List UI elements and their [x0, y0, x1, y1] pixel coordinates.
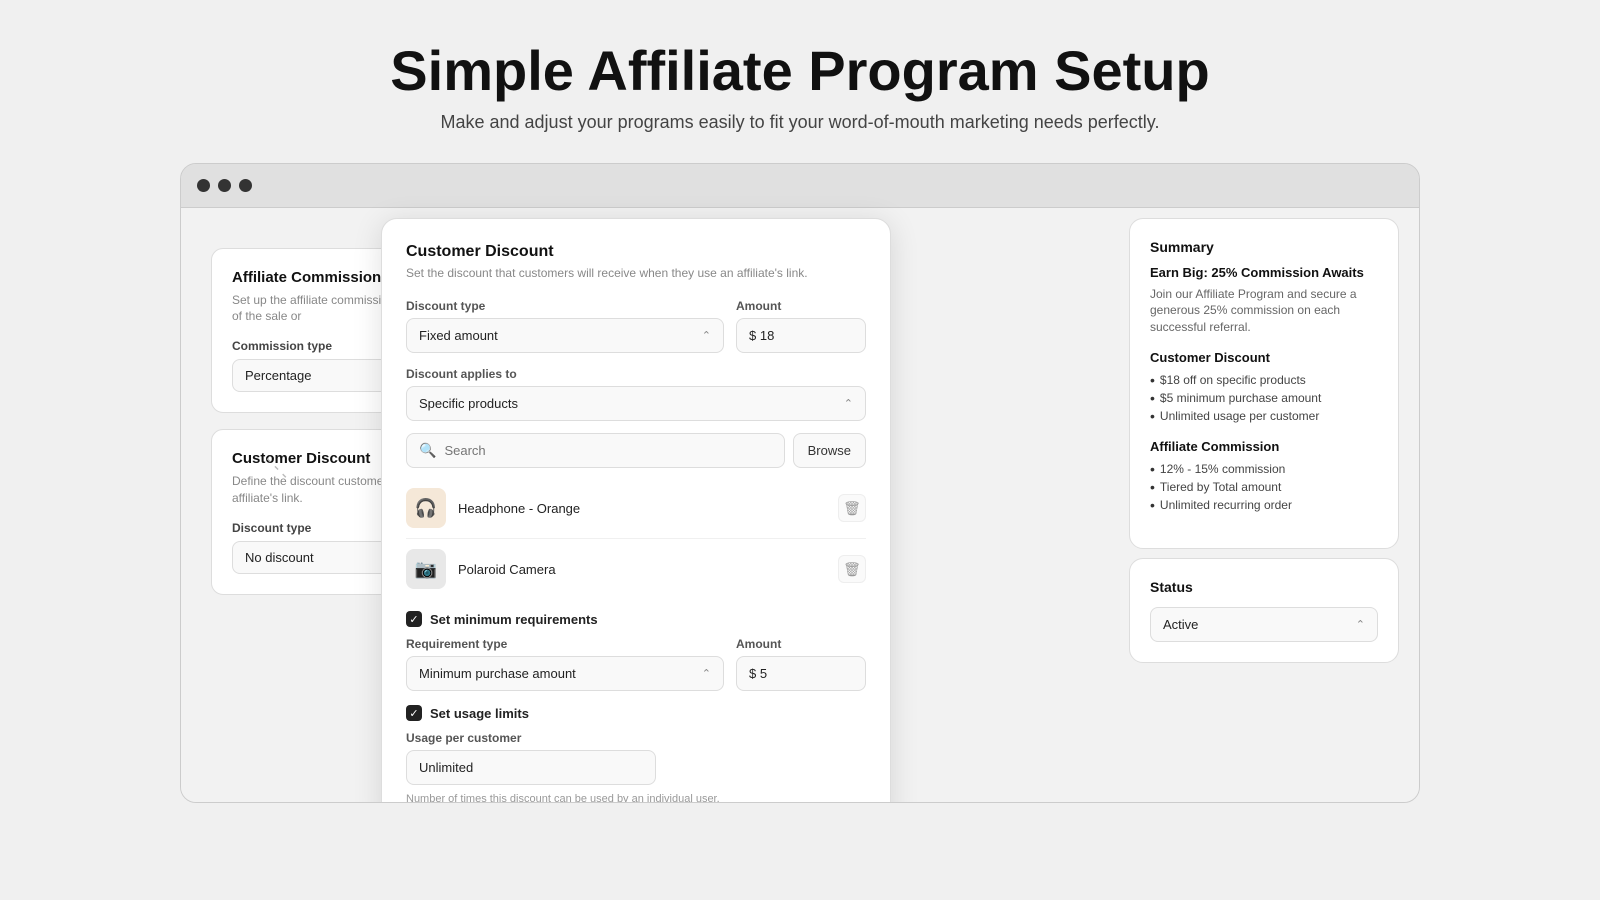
search-input[interactable] [444, 443, 771, 458]
summary-customer-discount-title: Customer Discount [1150, 350, 1378, 365]
modal-title: Customer Discount [406, 243, 866, 261]
requirement-type-select[interactable]: Minimum purchase amount ⌃ [406, 656, 724, 691]
discount-type-row: Discount type Fixed amount ⌃ Amount [406, 299, 866, 353]
requirement-chevron: ⌃ [702, 667, 711, 680]
requirement-amount-label: Amount [736, 637, 866, 651]
product-item-camera: 📷 Polaroid Camera 🗑 [406, 539, 866, 599]
discount-type-chevron: ⌃ [702, 329, 711, 342]
modal-desc: Set the discount that customers will rec… [406, 265, 866, 282]
discount-applies-label: Discount applies to [406, 367, 866, 381]
search-row: 🔍 Browse [406, 433, 866, 468]
traffic-light-green [239, 179, 252, 192]
requirement-row: Requirement type Minimum purchase amount… [406, 637, 866, 691]
discount-applies-group: Discount applies to Specific products ⌃ [406, 367, 866, 421]
usage-limits-label: Set usage limits [430, 706, 529, 721]
customer-discount-modal: Customer Discount Set the discount that … [381, 218, 891, 803]
summary-affiliate-commission-list: 12% - 15% commission Tiered by Total amo… [1150, 460, 1378, 514]
summary-customer-discount-list: $18 off on specific products $5 minimum … [1150, 371, 1378, 425]
product-thumb-headphone: 🎧 [406, 488, 446, 528]
delete-headphone-button[interactable]: 🗑 [838, 494, 866, 522]
browser-bar [181, 164, 1419, 208]
delete-camera-button[interactable]: 🗑 [838, 555, 866, 583]
product-name-headphone: Headphone - Orange [458, 501, 826, 516]
summary-item-0: $18 off on specific products [1150, 371, 1378, 389]
check-icon-2: ✓ [409, 707, 418, 720]
summary-title: Summary [1150, 239, 1378, 255]
requirement-amount-group: Amount [736, 637, 866, 691]
summary-panel: Summary Earn Big: 25% Commission Awaits … [1129, 218, 1399, 549]
requirement-type-value: Minimum purchase amount [419, 666, 576, 681]
summary-affiliate-commission-title: Affiliate Commission [1150, 439, 1378, 454]
discount-applies-select[interactable]: Specific products ⌃ [406, 386, 866, 421]
discount-type-value: No discount [245, 550, 314, 565]
usage-limits-checkbox[interactable]: ✓ [406, 705, 422, 721]
discount-applies-value: Specific products [419, 396, 518, 411]
summary-commission-item-1: Tiered by Total amount [1150, 478, 1378, 496]
summary-earn-title: Earn Big: 25% Commission Awaits [1150, 265, 1378, 280]
discount-type-field-label: Discount type [406, 299, 724, 313]
commission-type-value: Percentage [245, 368, 312, 383]
requirement-amount-input[interactable] [736, 656, 866, 691]
amount-group: Amount [736, 299, 866, 353]
page-header: Simple Affiliate Program Setup Make and … [390, 0, 1209, 163]
summary-earn-desc: Join our Affiliate Program and secure a … [1150, 286, 1378, 336]
summary-item-2: Unlimited usage per customer [1150, 407, 1378, 425]
minimum-requirements-checkbox[interactable]: ✓ [406, 611, 422, 627]
browser-content: Affiliate Commission Set up the affiliat… [181, 208, 1419, 802]
search-icon: 🔍 [419, 442, 436, 459]
summary-commission-item-0: 12% - 15% commission [1150, 460, 1378, 478]
status-select[interactable]: Active ⌃ [1150, 607, 1378, 642]
trash-icon: 🗑 [843, 500, 861, 517]
search-box: 🔍 [406, 433, 785, 468]
page-subtitle: Make and adjust your programs easily to … [390, 112, 1209, 133]
discount-type-field[interactable]: Fixed amount ⌃ [406, 318, 724, 353]
product-item-headphone: 🎧 Headphone - Orange 🗑 [406, 478, 866, 539]
browse-button[interactable]: Browse [793, 433, 866, 468]
trash-icon-2: 🗑 [843, 561, 861, 578]
status-chevron: ⌃ [1356, 618, 1365, 631]
usage-limits-row: ✓ Set usage limits [406, 705, 866, 721]
product-list: 🎧 Headphone - Orange 🗑 📷 Polaroid Camera… [406, 478, 866, 599]
discount-type-field-value: Fixed amount [419, 328, 498, 343]
usage-per-customer-label: Usage per customer [406, 731, 866, 745]
applies-chevron: ⌃ [844, 397, 853, 410]
page-title: Simple Affiliate Program Setup [390, 40, 1209, 102]
discount-type-group: Discount type Fixed amount ⌃ [406, 299, 724, 353]
product-name-camera: Polaroid Camera [458, 562, 826, 577]
browser-window: Affiliate Commission Set up the affiliat… [180, 163, 1420, 803]
traffic-light-yellow [218, 179, 231, 192]
product-thumb-camera: 📷 [406, 549, 446, 589]
minimum-requirements-label: Set minimum requirements [430, 612, 598, 627]
requirement-type-group: Requirement type Minimum purchase amount… [406, 637, 724, 691]
status-title: Status [1150, 579, 1378, 595]
usage-per-customer-group: Usage per customer [406, 731, 866, 785]
summary-item-1: $5 minimum purchase amount [1150, 389, 1378, 407]
status-panel: Status Active ⌃ [1129, 558, 1399, 663]
usage-helper-text: Number of times this discount can be use… [406, 793, 866, 802]
status-value: Active [1163, 617, 1198, 632]
amount-field[interactable] [736, 318, 866, 353]
check-icon: ✓ [409, 613, 418, 626]
amount-field-label: Amount [736, 299, 866, 313]
traffic-light-red [197, 179, 210, 192]
usage-per-customer-input[interactable] [406, 750, 656, 785]
requirement-type-label: Requirement type [406, 637, 724, 651]
minimum-requirements-row: ✓ Set minimum requirements [406, 611, 866, 627]
summary-commission-item-2: Unlimited recurring order [1150, 496, 1378, 514]
